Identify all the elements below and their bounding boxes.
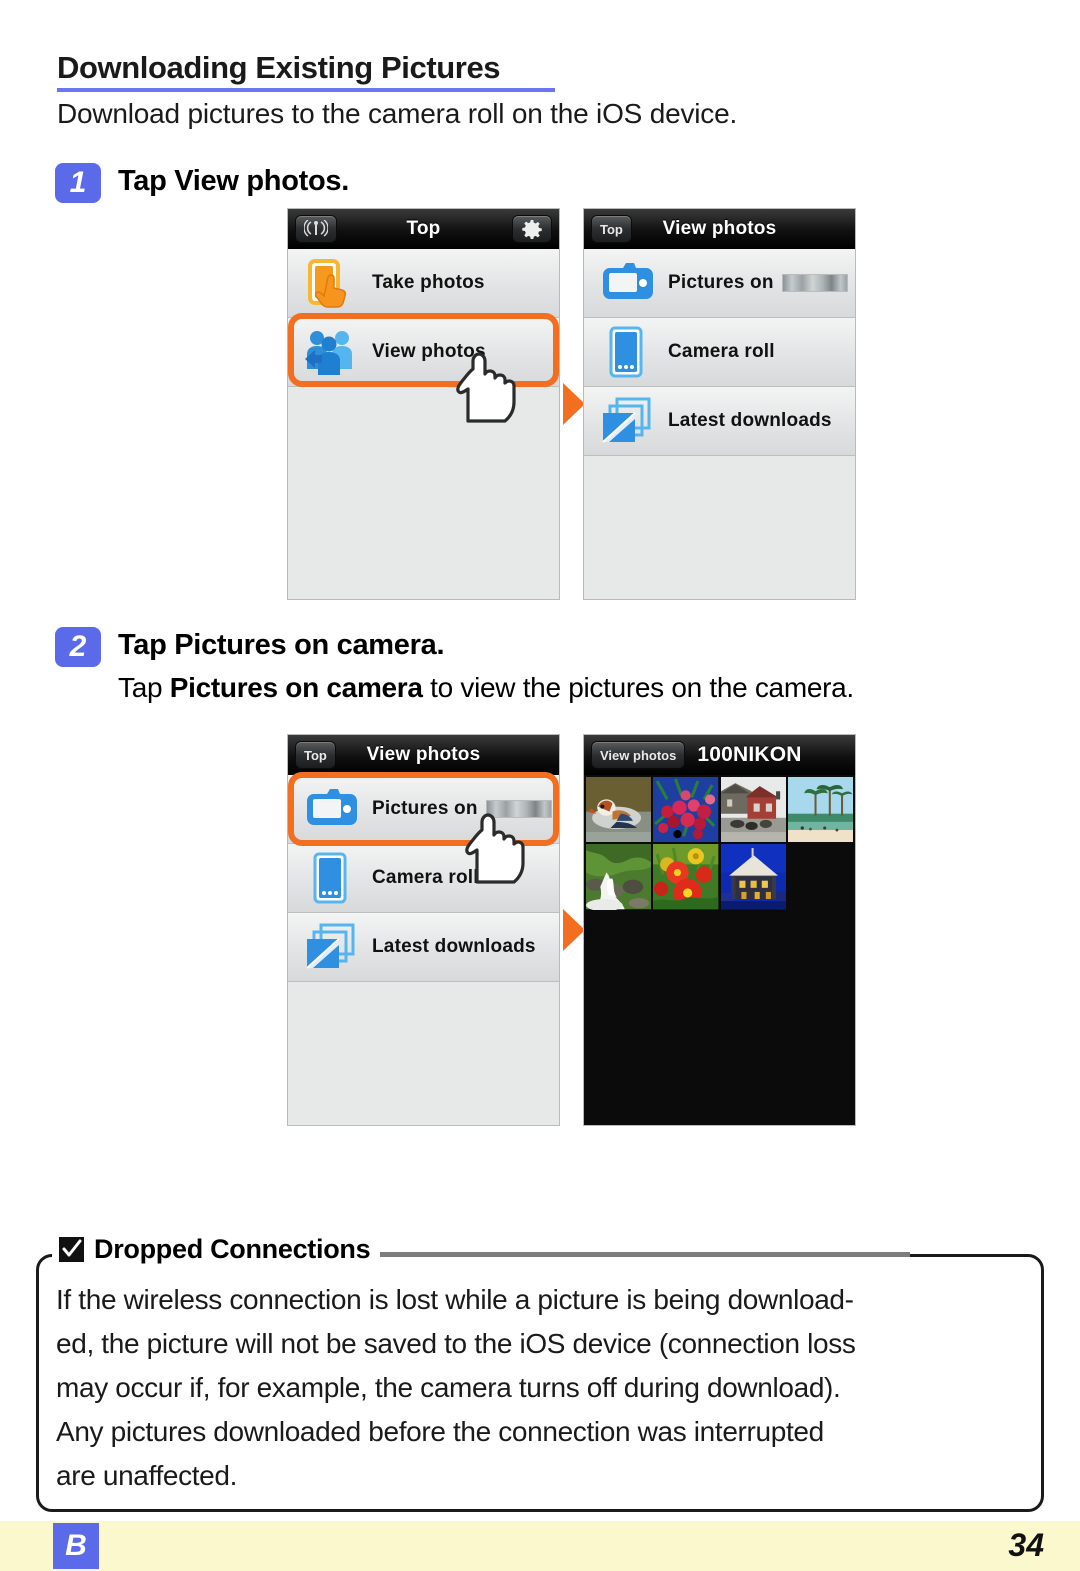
back-button-view-photos[interactable]: View photos — [591, 741, 686, 769]
screen-gallery-title: 100NIKON — [697, 743, 802, 766]
note-body: If the wireless connection is lost while… — [56, 1278, 1032, 1498]
note-heading: Dropped Connections — [52, 1234, 381, 1265]
thumbnail-night-house[interactable] — [720, 844, 786, 910]
stacked-photos-icon — [584, 387, 668, 455]
flow-arrow-1 — [563, 383, 585, 425]
step-2-desc-prefix: Tap — [118, 672, 170, 703]
screen-view-photos: Top View photos Pictures on Camera roll … — [583, 208, 856, 600]
note-line-4: Any pictures downloaded before the conne… — [56, 1416, 824, 1447]
page-title: Downloading Existing Pictures — [57, 50, 501, 85]
step-2-desc-target: Pictures on camera — [169, 672, 423, 703]
step-2-title-prefix: Tap — [118, 629, 175, 661]
back-button-top-2[interactable]: Top — [295, 741, 336, 769]
screen-view-photos-step2: Top View photos Pictures on Camera roll … — [287, 734, 560, 1126]
footer-page-number: 34 — [1008, 1527, 1044, 1563]
phone-icon — [584, 318, 668, 386]
screen-view-photos-titlebar: Top View photos — [584, 209, 855, 249]
row-latest-downloads-2[interactable]: Latest downloads — [288, 913, 559, 982]
view-photos-icon — [288, 318, 372, 386]
note-line-5: are unaffected. — [56, 1460, 238, 1491]
row-pictures-on-camera[interactable]: Pictures on — [584, 249, 855, 318]
screen-view-photos-title: View photos — [662, 218, 777, 239]
step-2-badge: 2 — [55, 627, 101, 667]
step-2-desc-suffix: to view the pictures on the camera. — [422, 672, 854, 703]
thumbnail-beach-palms[interactable] — [787, 777, 853, 843]
row-latest-downloads-label: Latest downloads — [668, 410, 832, 431]
thumbnail-village-houses[interactable] — [720, 777, 786, 843]
step-1-title: Tap View photos. — [118, 165, 349, 198]
manual-page: Downloading Existing Pictures Download p… — [0, 0, 1080, 1571]
step-1-title-suffix: . — [341, 165, 349, 197]
thumbnail-forest-waterfall[interactable] — [586, 844, 652, 910]
screen-gallery-titlebar: View photos 100NIKON — [584, 735, 855, 775]
step-1-title-prefix: Tap — [118, 165, 175, 197]
gear-icon[interactable] — [512, 215, 552, 243]
stacked-photos-icon — [288, 913, 372, 981]
footer-section-badge: B — [53, 1523, 99, 1569]
checkmark-box-icon — [59, 1237, 84, 1262]
row-camera-roll[interactable]: Camera roll — [584, 318, 855, 387]
step-2-title-target: Pictures on camera — [174, 629, 437, 661]
screen-view-photos-empty-area — [584, 456, 855, 599]
redacted-camera-name — [781, 274, 848, 292]
row-camera-roll-label: Camera roll — [668, 341, 775, 362]
row-pictures-on-camera-label: Pictures on — [668, 272, 848, 294]
gallery-bottom-toolbar: Select — [584, 1125, 855, 1126]
row-take-photos[interactable]: Take photos — [288, 249, 559, 318]
take-photos-icon — [288, 249, 372, 317]
flow-arrow-2 — [563, 909, 585, 951]
gallery-body: Select — [584, 775, 855, 1126]
row-take-photos-label: Take photos — [372, 272, 485, 293]
screen-view-photos-step2-empty-area — [288, 982, 559, 1125]
row-latest-downloads-2-label: Latest downloads — [372, 936, 536, 957]
step-1-badge: 1 — [55, 163, 101, 203]
step-2-title-suffix: . — [436, 629, 445, 661]
thumbnail-red-berries[interactable] — [653, 777, 719, 843]
note-line-3: may occur if, for example, the camera tu… — [56, 1372, 841, 1403]
thumbnail-red-poppies[interactable] — [653, 844, 719, 910]
title-underline — [57, 88, 555, 92]
back-button-top[interactable]: Top — [591, 215, 632, 243]
tap-hand-icon — [446, 351, 520, 428]
camera-icon — [584, 249, 668, 317]
note-line-2: ed, the picture will not be saved to the… — [56, 1328, 856, 1359]
step-1-title-target: View photos — [174, 165, 342, 197]
row-latest-downloads[interactable]: Latest downloads — [584, 387, 855, 456]
screen-view-photos-step2-title: View photos — [366, 744, 481, 765]
camera-icon — [288, 775, 372, 843]
screen-gallery: View photos 100NIKON — [583, 734, 856, 1126]
screen-view-photos-step2-titlebar: Top View photos — [288, 735, 559, 775]
screen-top-titlebar: Top — [288, 209, 559, 249]
wireless-icon[interactable] — [295, 215, 337, 243]
step-2-description: Tap Pictures on camera to view the pictu… — [118, 672, 854, 704]
thumbnail-grid — [584, 775, 855, 910]
step-2-title: Tap Pictures on camera. — [118, 629, 444, 662]
screen-top-title: Top — [406, 218, 441, 239]
note-heading-rule — [370, 1252, 910, 1257]
page-footer: B 34 — [0, 1521, 1080, 1571]
note-heading-text: Dropped Connections — [94, 1234, 371, 1264]
note-line-1: If the wireless connection is lost while… — [56, 1284, 854, 1315]
page-subtitle: Download pictures to the camera roll on … — [57, 98, 738, 129]
pictures-on-text: Pictures on — [668, 272, 774, 293]
tap-hand-icon-2 — [455, 812, 529, 889]
phone-icon — [288, 844, 372, 912]
thumbnail-mandarin-duck[interactable] — [586, 777, 652, 843]
